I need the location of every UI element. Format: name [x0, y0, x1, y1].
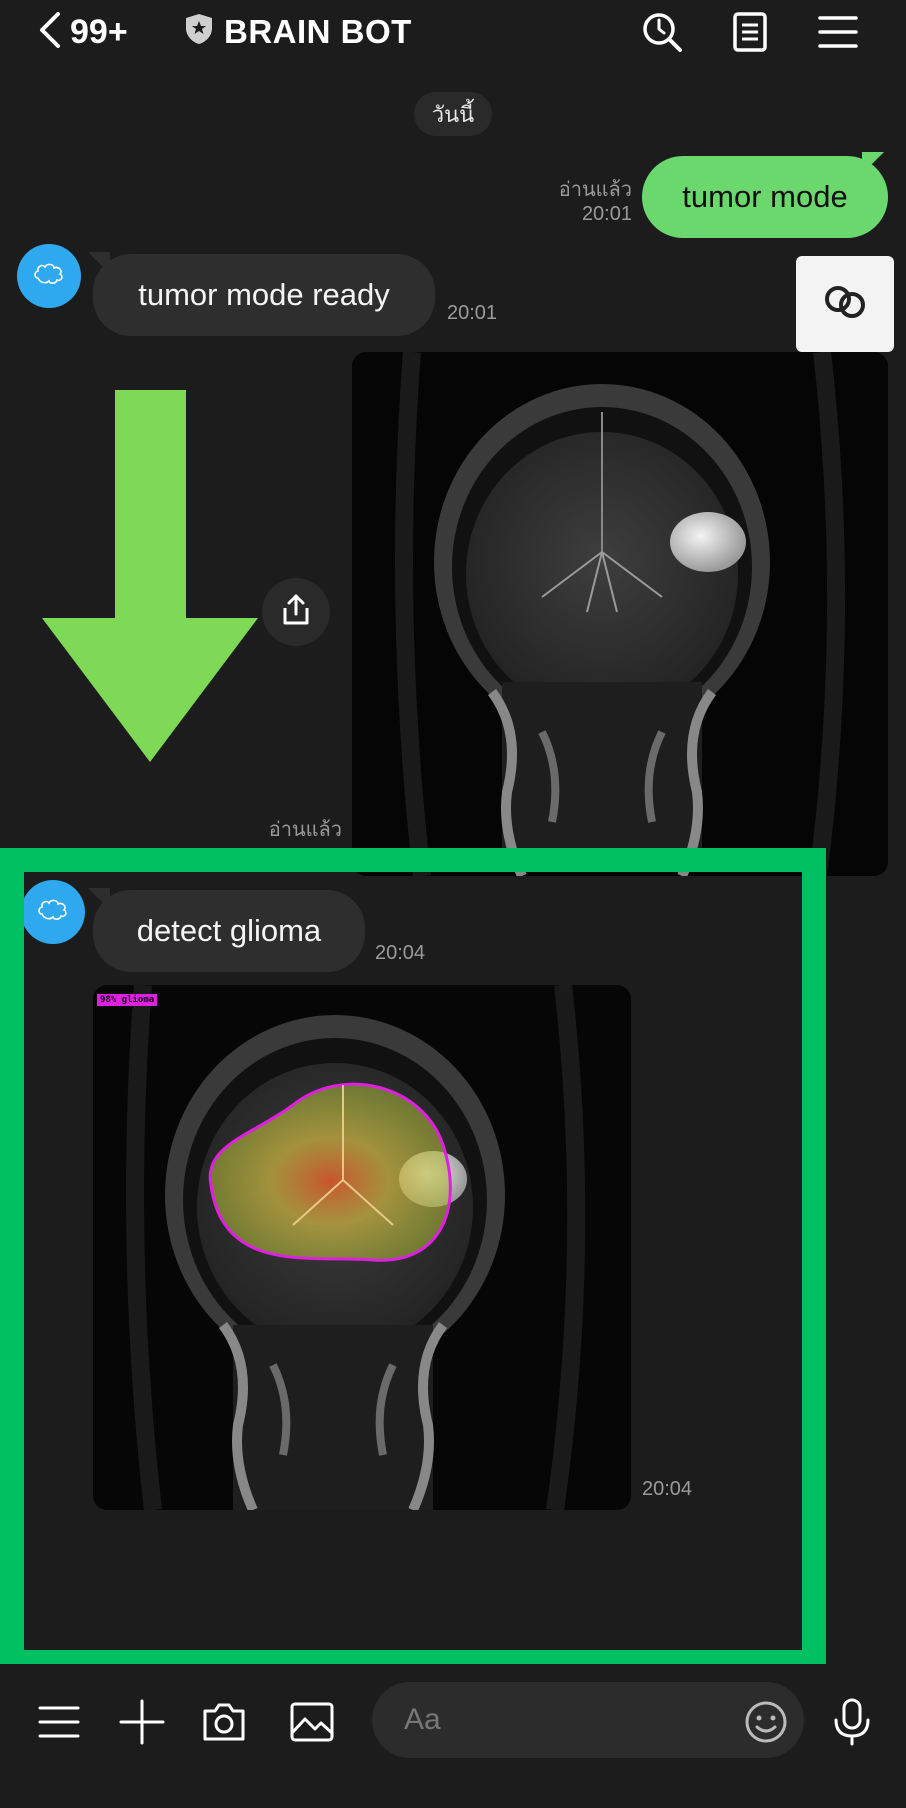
share-icon: [280, 593, 312, 632]
message-time: 20:01: [447, 302, 498, 324]
chat-title: BRAIN BOT: [184, 12, 412, 51]
incoming-message[interactable]: tumor mode ready: [93, 254, 435, 336]
image-icon[interactable]: [280, 1690, 344, 1754]
message-time: 20:04: [375, 942, 426, 964]
chevron-left-icon: [36, 10, 62, 55]
back-button[interactable]: 99+: [36, 10, 128, 55]
search-icon[interactable]: [638, 8, 686, 56]
shield-badge-icon: [184, 12, 214, 51]
emoji-icon[interactable]: [734, 1690, 798, 1754]
read-receipt: อ่านแล้ว 20:01: [558, 179, 632, 225]
plus-icon[interactable]: [110, 1690, 174, 1754]
message-time: 20:04: [642, 1478, 693, 1500]
link-icon: [821, 278, 869, 331]
incoming-message[interactable]: detect glioma: [93, 890, 365, 972]
brain-icon: [32, 262, 66, 291]
brain-icon: [36, 898, 70, 927]
menu-icon[interactable]: [27, 1690, 91, 1754]
menu-icon[interactable]: [814, 8, 862, 56]
share-button[interactable]: [262, 578, 330, 646]
camera-icon[interactable]: [192, 1690, 256, 1754]
microphone-icon[interactable]: [820, 1690, 884, 1754]
page-title: BRAIN BOT: [224, 12, 412, 50]
mri-image-original[interactable]: [352, 352, 888, 876]
down-arrow-annotation: [42, 390, 258, 767]
notes-icon[interactable]: [726, 8, 774, 56]
bot-avatar[interactable]: [21, 880, 85, 944]
link-button[interactable]: [796, 256, 894, 352]
outgoing-message[interactable]: tumor mode: [642, 156, 888, 238]
chat-header: 99+ BRAIN BOT: [0, 0, 906, 64]
mri-image-detection[interactable]: 98% glioma: [93, 985, 631, 1510]
detection-label: 98% glioma: [97, 994, 158, 1006]
bot-avatar[interactable]: [17, 244, 81, 308]
read-receipt: อ่านแล้ว: [268, 819, 342, 841]
unread-count: 99+: [70, 13, 128, 51]
date-separator: วันนี้: [414, 92, 492, 136]
